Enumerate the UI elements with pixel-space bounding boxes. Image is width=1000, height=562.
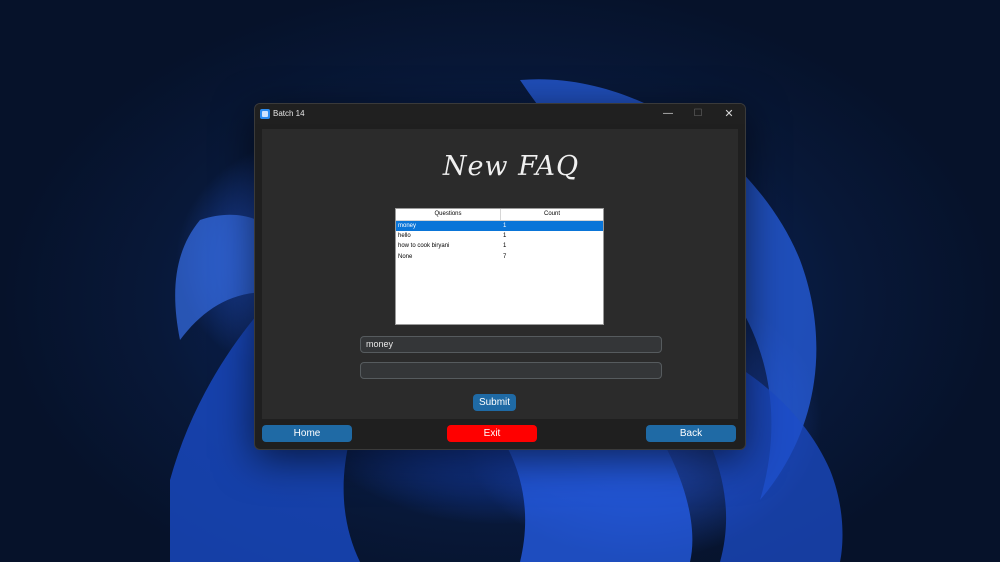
submit-button[interactable]: Submit [473,394,516,411]
question-cell: how to cook biryani [398,243,450,249]
faq-table[interactable]: Questions Count money 1 hello 1 how to c… [395,208,604,325]
home-button[interactable]: Home [262,425,352,442]
column-header-count[interactable]: Count [501,209,603,220]
column-header-questions[interactable]: Questions [396,209,501,220]
table-header: Questions Count [396,209,603,221]
count-cell: 1 [503,223,507,229]
question-input[interactable]: money [360,336,662,353]
page-title: New FAQ [442,151,580,182]
question-cell: None [398,254,413,260]
minimize-button[interactable]: — [653,104,683,124]
count-cell: 1 [503,243,507,249]
back-button[interactable]: Back [646,425,736,442]
exit-button[interactable]: Exit [447,425,537,442]
count-cell: 7 [503,254,507,260]
main-panel: New FAQ Questions Count money 1 hello 1 … [262,129,738,419]
maximize-button[interactable]: ☐ [683,104,713,124]
table-row[interactable]: how to cook biryani 1 [396,241,603,251]
count-cell: 1 [503,233,507,239]
answer-input[interactable] [360,362,662,379]
window-title: Batch 14 [273,109,305,118]
question-cell: hello [398,233,411,239]
table-row[interactable]: hello 1 [396,231,603,241]
app-icon [260,109,270,119]
table-row[interactable]: money 1 [396,221,603,231]
app-window: Batch 14 — ☐ ✕ New FAQ Questions Count m… [254,103,746,450]
table-row[interactable]: None 7 [396,252,603,262]
question-cell: money [398,223,417,229]
close-button[interactable]: ✕ [714,104,744,124]
title-bar[interactable]: Batch 14 — ☐ ✕ [255,104,745,124]
